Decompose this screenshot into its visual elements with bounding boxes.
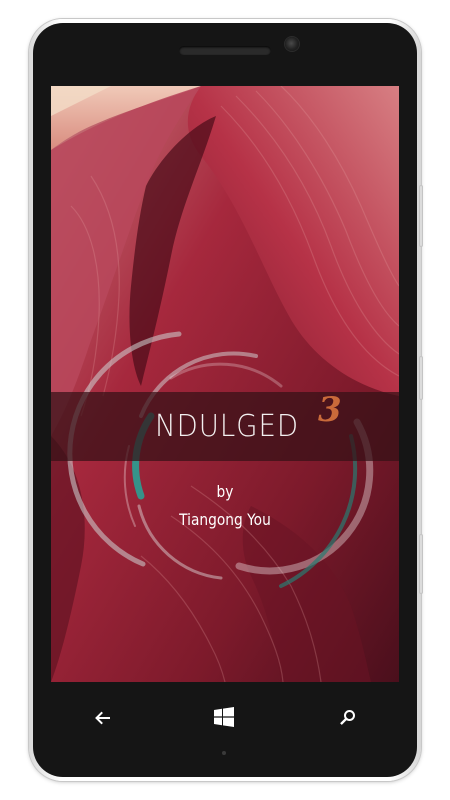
volume-button xyxy=(419,185,423,247)
canyon-background-image xyxy=(51,86,399,682)
byline-by: by xyxy=(216,482,234,501)
camera-button xyxy=(419,534,423,594)
search-button[interactable] xyxy=(337,708,359,730)
author-name: Tiangong You xyxy=(179,510,271,529)
title-version-number: 3 xyxy=(318,390,342,430)
app-title: NDULGED xyxy=(155,409,300,444)
back-button[interactable] xyxy=(91,708,113,730)
front-camera xyxy=(285,37,299,51)
bottom-sensor xyxy=(222,751,226,755)
navigation-bar xyxy=(51,682,399,760)
power-button xyxy=(419,356,423,400)
app-screen[interactable]: NDULGED 3 by Tiangong You xyxy=(51,86,399,682)
home-button[interactable] xyxy=(213,707,235,731)
back-arrow-icon xyxy=(94,710,110,729)
earpiece-speaker xyxy=(179,46,271,55)
windows-logo-icon xyxy=(214,707,234,731)
search-icon xyxy=(340,709,356,729)
